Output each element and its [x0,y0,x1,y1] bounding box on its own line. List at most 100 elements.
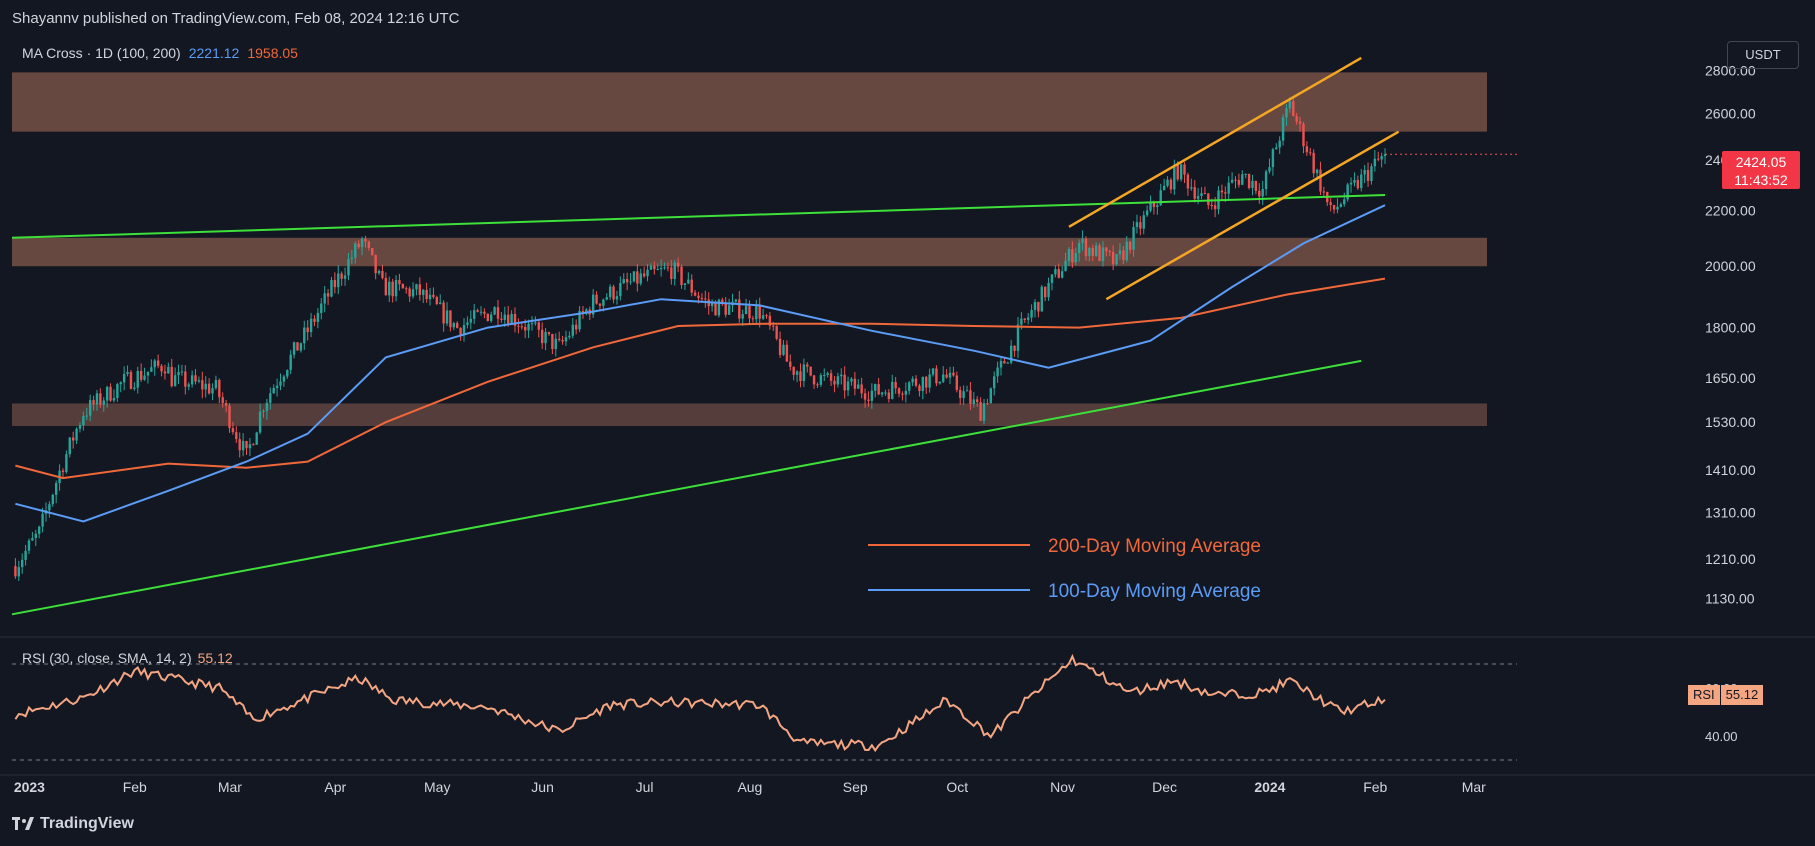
candle-body [568,335,571,338]
price-tick-label: 1800.00 [1705,320,1756,336]
candle-body [1275,147,1278,150]
candle-body [1268,167,1271,172]
candle-body [959,389,962,399]
candle-body [71,437,75,441]
candle-body [408,288,411,297]
time-axis[interactable]: 2023 Feb Mar Apr May Jun Jul Aug Sep Oct Nov Dec 202… [14,779,1486,795]
candle-body [337,273,340,288]
candle-body [1108,251,1111,253]
candle-body [789,361,792,367]
candle-body [1094,245,1098,256]
rsi-legend[interactable]: RSI (30, close, SMA, 14, 2) 55.12 [22,650,233,666]
candle-body [670,267,673,279]
candle-body [629,281,632,283]
candle-body [809,366,812,376]
candle-body [619,283,622,297]
candle-body [469,318,473,323]
candle-body [812,375,816,385]
candle-body [398,279,401,285]
candle-body [853,378,857,389]
time-tick-label: Jun [531,779,554,795]
candle-body [755,305,758,320]
ma-cross-legend[interactable]: MA Cross · 1D (100, 200) 2221.12 1958.05 [22,45,298,61]
candle-body [1281,117,1285,141]
candle-body [642,273,646,277]
candle-body [982,403,986,421]
time-tick-label: Apr [324,779,346,795]
candle-body [218,379,221,398]
candle-body [442,302,445,324]
candle-body [1016,324,1020,351]
candle-body [1261,189,1264,197]
last-price: 2424.05 [1735,154,1787,170]
candle-body [1033,302,1037,310]
candle-body [279,381,282,386]
candle-body [1251,180,1254,189]
candle-body [245,441,248,449]
candle-body [14,566,17,577]
candle-body [880,392,884,395]
candle-body [1349,182,1353,185]
price-axis[interactable]: 2800.002600.002400.002200.002000.001800.… [1705,62,1756,606]
candle-body [490,314,493,321]
candle-body [170,366,173,387]
candle-body [795,371,799,375]
time-tick-label: 2023 [14,779,45,795]
candle-body [911,378,914,383]
candle-body [320,303,323,313]
candle-body [129,372,133,389]
candle-body [1360,174,1363,189]
candle-body [1064,260,1067,272]
candle-body [422,289,425,295]
candle-body [962,391,965,399]
candle-body [918,385,921,392]
candle-body [1305,146,1309,153]
candle-body [299,343,303,351]
candle-body [554,338,557,350]
candle-body [724,303,727,315]
price-tick-label: 2200.00 [1705,203,1756,219]
candle-body [765,315,768,317]
candle-body [697,295,700,298]
candle-body [139,370,143,380]
candle-body [714,302,717,316]
candle-body [347,259,350,276]
tradingview-brand[interactable]: TradingView [12,815,134,833]
candle-body [1380,156,1383,160]
candle-body [595,294,598,304]
candle-body [343,275,347,279]
candle-body [676,262,680,267]
candle-body [863,393,867,400]
currency-button[interactable]: USDT [1727,41,1799,69]
candle-body [802,364,806,382]
candle-body [1139,222,1142,229]
candle-body [354,243,357,258]
candle-body [976,399,979,403]
candle-body [1060,271,1064,278]
candle-body [75,428,78,441]
candle-body [857,384,860,389]
candle-body [1366,169,1370,181]
time-tick-label: Oct [946,779,968,795]
candle-body [377,270,381,274]
candle-body [1312,152,1315,174]
candle-body [235,432,238,440]
candle-body [1190,187,1193,189]
candle-body [850,378,853,382]
candle-body [292,342,296,355]
rsi-title: RSI (30, close, SMA, 14, 2) [22,650,192,666]
candle-body [439,302,442,305]
candle-body [1037,302,1040,312]
candle-body [1118,250,1122,255]
chart-canvas[interactable]: 60.0040.00 2800.002600.002400.002200.002… [0,0,1815,846]
candle-body [405,288,408,290]
candle-body [1054,269,1057,275]
candle-body [1183,164,1186,175]
candle-body [255,432,258,445]
candle-body [1315,169,1319,174]
candle-body [286,369,289,377]
candle-body [367,241,371,249]
candle-body [1258,190,1261,197]
candle-body [734,299,738,302]
candle-body [452,323,456,328]
